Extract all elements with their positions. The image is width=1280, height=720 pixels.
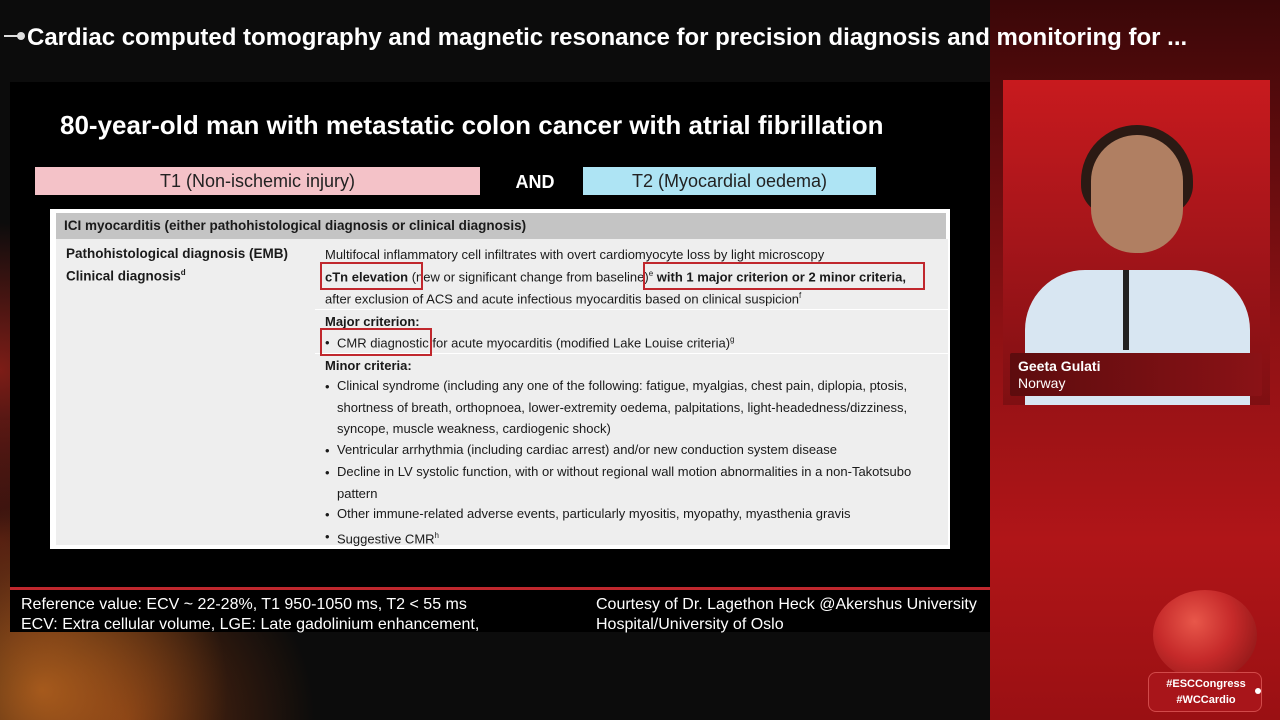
minor-criterion-item: Decline in LV systolic function, with or… <box>337 464 912 501</box>
minor-criterion-item: Suggestive CMRh <box>337 531 439 547</box>
minor-criteria-heading: Minor criteria: <box>325 358 412 373</box>
bullet-icon: • <box>325 443 330 458</box>
session-header: Cardiac computed tomography and magnetic… <box>0 20 1280 60</box>
row-text-clinical-line2: after exclusion of ACS and acute infecti… <box>325 291 802 307</box>
row-label-pathohistological: Pathohistological diagnosis (EMB) <box>66 246 289 261</box>
bullet-icon: • <box>325 507 330 522</box>
speaker-country: Norway <box>1018 375 1066 391</box>
t2-label: T2 (Myocardial oedema) <box>583 167 876 195</box>
minor-criterion-item: Other immune-related adverse events, par… <box>337 506 851 521</box>
t1-label: T1 (Non-ischemic injury) <box>35 167 480 195</box>
bullet-icon: • <box>325 529 330 544</box>
footer-courtesy-line1: Courtesy of Dr. Lagethon Heck @Akershus … <box>596 596 977 613</box>
speaker-name: Geeta Gulati <box>1018 358 1101 374</box>
table-left-column <box>56 239 315 545</box>
esc-globe-logo-icon <box>1153 590 1257 680</box>
table-divider <box>315 309 948 310</box>
row-text-pathohistological: Multifocal inflammatory cell infiltrates… <box>325 247 825 262</box>
slide-title: 80-year-old man with metastatic colon ca… <box>60 110 884 140</box>
header-marker-icon <box>4 32 25 40</box>
highlight-ctn-box <box>320 262 423 290</box>
highlight-criteria-box <box>643 262 925 290</box>
minor-criterion-item: Ventricular arrhythmia (including cardia… <box>337 442 838 457</box>
hashtag-badge: #ESCCongress #WCCardio <box>1148 672 1262 712</box>
hashtag-wccardio: #WCCardio <box>1176 694 1236 706</box>
microphone-icon <box>1123 270 1129 350</box>
and-label: AND <box>515 172 555 192</box>
row-label-clinical: Clinical diagnosisd <box>66 268 186 284</box>
criteria-table: ICI myocarditis (either pathohistologica… <box>50 209 950 549</box>
dot-icon <box>1255 688 1261 694</box>
speaker-name-plate: Geeta Gulati Norway <box>1010 353 1262 396</box>
table-heading: ICI myocarditis (either pathohistologica… <box>56 213 946 239</box>
hashtag-esccongress: #ESCCongress <box>1166 678 1246 690</box>
footer-courtesy-line2: Hospital/University of Oslo <box>596 616 784 633</box>
footer-bar: Reference value: ECV ~ 22-28%, T1 950-10… <box>10 587 990 633</box>
footer-abbreviation-line: ECV: Extra cellular volume, LGE: Late ga… <box>21 616 480 633</box>
footer-reference-line: Reference value: ECV ~ 22-28%, T1 950-10… <box>21 596 467 613</box>
minor-criterion-item: Clinical syndrome (including any one of … <box>337 378 908 436</box>
major-criterion-heading: Major criterion: <box>325 314 420 329</box>
presentation-slide: 80-year-old man with metastatic colon ca… <box>10 82 990 587</box>
bullet-icon: • <box>325 379 330 394</box>
session-title: Cardiac computed tomography and magnetic… <box>27 24 1188 51</box>
bullet-icon: • <box>325 465 330 480</box>
speaker-face <box>1091 135 1183 253</box>
highlight-cmr-box <box>320 328 432 356</box>
